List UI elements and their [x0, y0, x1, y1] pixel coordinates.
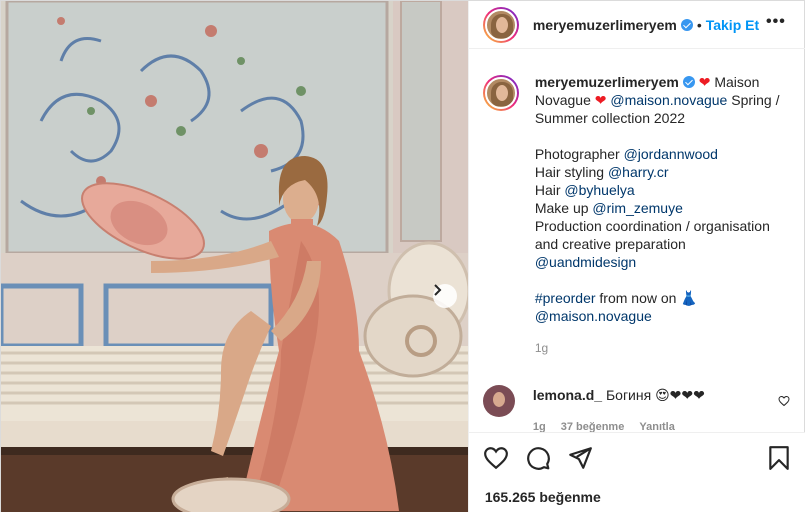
mention-link[interactable]: @maison.novague	[535, 308, 652, 324]
post-photo[interactable]	[1, 1, 468, 512]
photographer-label: Photographer	[534, 146, 624, 162]
comment-username[interactable]: lemona.d_	[533, 387, 602, 403]
post-caption: meryemuzerlimeryem ❤ Maison Novague ❤ @m…	[482, 73, 793, 357]
comment-like-icon[interactable]	[778, 395, 790, 407]
hashtag-link[interactable]: #preorder	[535, 290, 596, 306]
photo-illustration	[1, 1, 468, 512]
mention-link[interactable]: @maison.novague	[610, 92, 727, 108]
action-bar: 165.265 beğenme	[468, 432, 805, 512]
hairstyling-label: Hair styling	[534, 164, 608, 180]
mention-link[interactable]: @byhuelya	[564, 182, 634, 198]
next-photo-button[interactable]	[433, 284, 457, 308]
caption-avatar[interactable]	[482, 75, 519, 111]
makeup-label: Make up	[534, 200, 593, 216]
likes-count[interactable]: 165.265 beğenme	[485, 489, 601, 505]
comment-body: Богиня 😍❤❤❤	[602, 387, 705, 403]
follow-button[interactable]: Takip Et	[706, 17, 759, 33]
heart-emoji-icon: ❤	[594, 92, 607, 108]
post-sidebar: meryemuzerlimeryem • Takip Et ••• meryem…	[467, 1, 805, 512]
comment-avatar[interactable]	[482, 385, 515, 417]
heart-emoji-icon: ❤	[698, 74, 711, 90]
bookmark-icon[interactable]	[766, 445, 792, 471]
instagram-post: meryemuzerlimeryem • Takip Et ••• meryem…	[0, 0, 805, 512]
mention-link[interactable]: @rim_zemuye	[592, 200, 682, 216]
hair-label: Hair	[534, 182, 565, 198]
mention-link[interactable]: @jordannwood	[624, 146, 718, 162]
mention-link[interactable]: @harry.cr	[608, 164, 669, 180]
verified-badge-icon	[680, 18, 693, 31]
post-header: meryemuzerlimeryem • Takip Et •••	[468, 1, 805, 49]
caption-time[interactable]: 1g	[535, 339, 787, 357]
mention-link[interactable]: @uandmidesign	[535, 254, 636, 270]
more-options-button[interactable]: •••	[766, 13, 786, 31]
caption-username[interactable]: meryemuzerlimeryem	[535, 74, 679, 90]
action-icons	[483, 445, 593, 471]
preorder-text: from now on 👗	[595, 290, 698, 306]
paper-plane-icon[interactable]	[567, 445, 593, 471]
header-separator: •	[696, 16, 702, 33]
comment-bubble-icon[interactable]	[525, 445, 551, 471]
comment-text: lemona.d_ Богиня 😍❤❤❤	[533, 386, 705, 417]
verified-badge-icon	[682, 76, 695, 88]
caption-text: meryemuzerlimeryem ❤ Maison Novague ❤ @m…	[535, 73, 787, 357]
header-username[interactable]: meryemuzerlimeryem	[533, 17, 677, 33]
production-text: Production coordination / organisation a…	[534, 218, 770, 252]
comment: lemona.d_ Богиня 😍❤❤❤	[482, 385, 793, 417]
avatar[interactable]	[482, 6, 519, 43]
heart-outline-icon[interactable]	[483, 445, 509, 471]
chevron-right-icon	[434, 284, 442, 296]
